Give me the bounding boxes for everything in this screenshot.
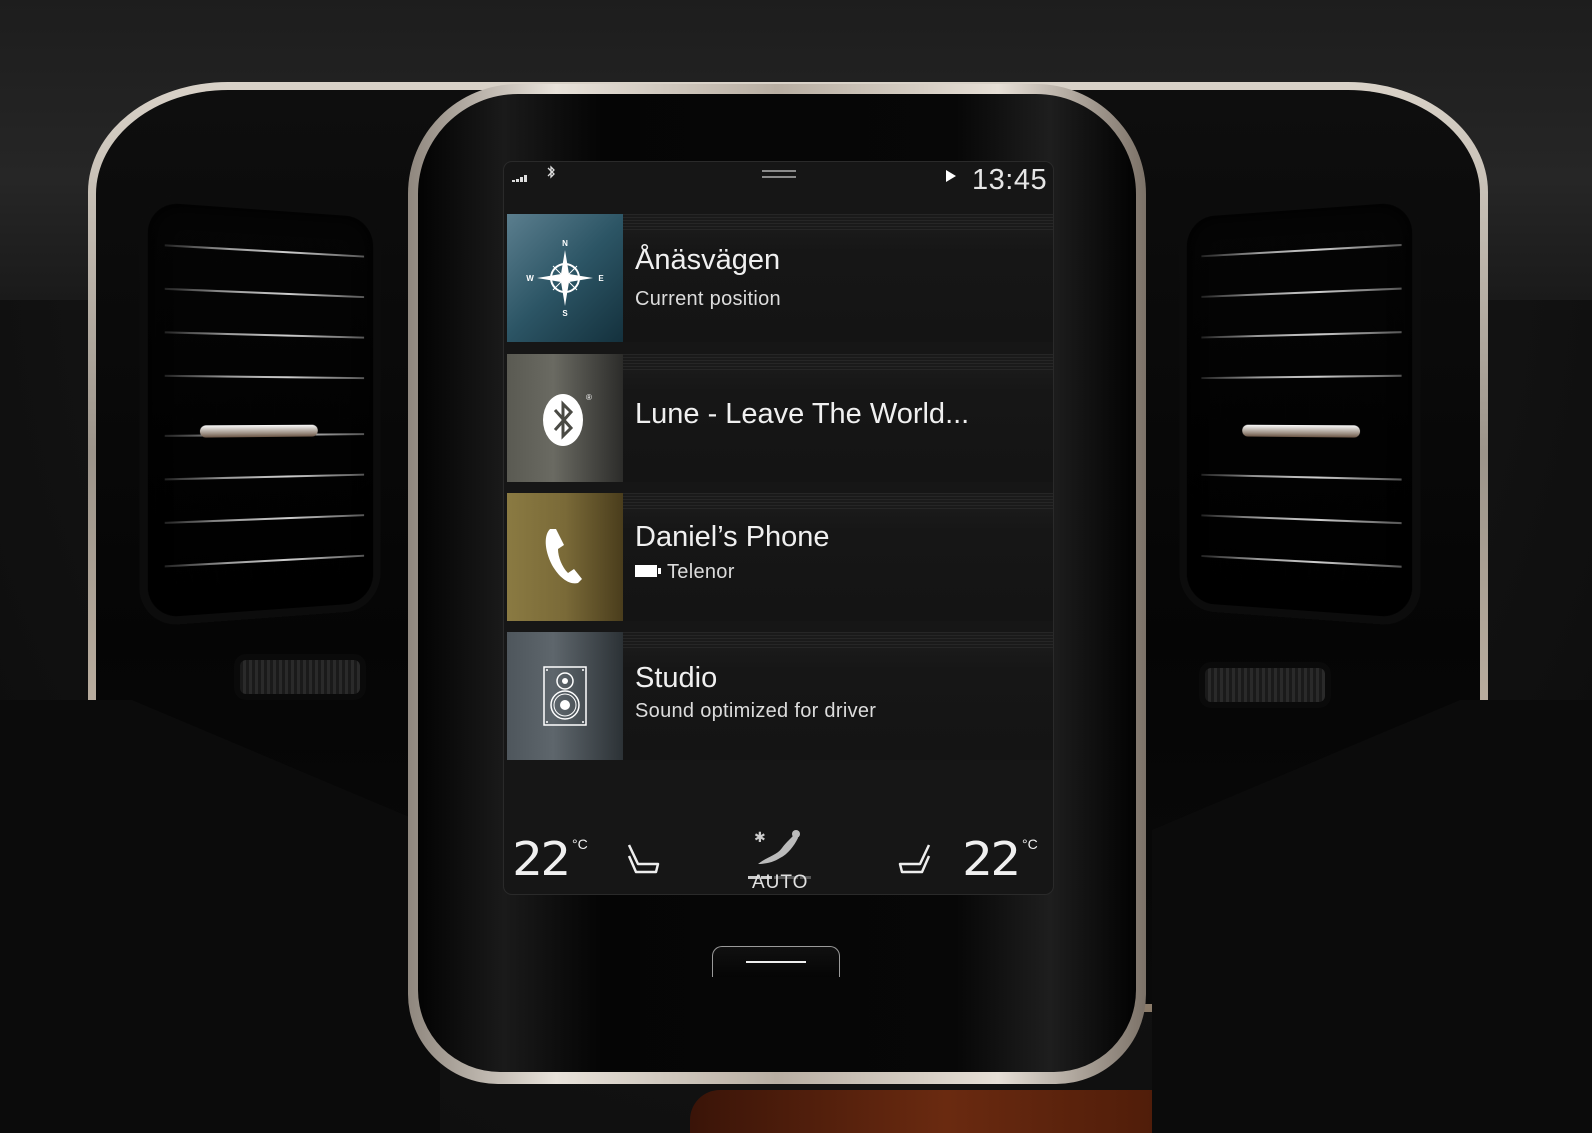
- vent-direction-handle-right[interactable]: [1242, 424, 1361, 438]
- bluetooth-icon: ®: [543, 393, 592, 446]
- speaker-icon: [543, 666, 587, 726]
- air-vent-right: [1186, 201, 1413, 619]
- tile-audio-title: Studio: [635, 662, 718, 694]
- vent-slat: [164, 374, 365, 380]
- svg-text:✱: ✱: [754, 830, 766, 846]
- passenger-temperature-unit: °C: [1022, 836, 1038, 852]
- compass-icon: N S W E: [526, 239, 604, 318]
- compass-east-label: E: [598, 274, 604, 283]
- registered-mark: ®: [586, 393, 592, 402]
- tile-phone-icon-bg: [507, 493, 623, 621]
- battery-icon: [635, 564, 661, 577]
- tile-navigation-subtitle: Current position: [635, 288, 781, 310]
- infotainment-screen: 13:45 N S W E Ånäsvägen Current position: [504, 162, 1053, 894]
- vent-slat: [1201, 514, 1402, 525]
- compass-north-label: N: [562, 239, 568, 248]
- vent-slat: [164, 514, 365, 524]
- fan-mode-label[interactable]: AUTO: [752, 872, 808, 894]
- clock: 13:45: [972, 164, 1048, 196]
- tile-navigation[interactable]: N S W E Ånäsvägen Current position: [507, 214, 1053, 342]
- compass-south-label: S: [562, 309, 568, 318]
- tile-media[interactable]: ® Lune - Leave The World...: [507, 354, 1053, 482]
- seat-heating-right-icon[interactable]: [896, 842, 932, 876]
- air-vent-left: [147, 201, 374, 619]
- bluetooth-icon: [546, 165, 556, 182]
- vent-thumbwheel-left[interactable]: [240, 660, 360, 694]
- vent-slat: [1201, 243, 1402, 258]
- tile-audio[interactable]: Studio Sound optimized for driver: [507, 632, 1053, 760]
- phone-handset-icon: [545, 529, 582, 584]
- driver-temperature[interactable]: 22: [512, 832, 571, 886]
- tile-media-icon-bg: ®: [507, 354, 623, 482]
- compass-west-label: W: [526, 274, 534, 283]
- carrier-name: Telenor: [667, 561, 735, 583]
- tile-phone-subtitle: Telenor: [635, 561, 735, 584]
- vent-slat: [164, 287, 365, 299]
- tile-audio-subtitle: Sound optimized for driver: [635, 700, 877, 722]
- drag-handle-icon[interactable]: [762, 170, 796, 180]
- tile-phone[interactable]: Daniel’s Phone Telenor: [507, 493, 1053, 621]
- signal-strength-icon: [512, 172, 532, 182]
- vent-slat: [1201, 374, 1402, 380]
- vent-slat: [1201, 331, 1402, 339]
- vent-direction-handle-left[interactable]: [199, 424, 318, 438]
- tile-navigation-icon-bg: N S W E: [507, 214, 623, 342]
- home-button[interactable]: [712, 946, 840, 977]
- passenger-temperature[interactable]: 22: [962, 832, 1021, 886]
- play-icon: [946, 170, 956, 182]
- vent-slat: [164, 331, 365, 339]
- tile-media-title: Lune - Leave The World...: [635, 398, 970, 430]
- vent-slat: [164, 244, 365, 258]
- home-button-line: [746, 961, 806, 963]
- vent-slat: [164, 473, 365, 481]
- vent-slat: [1201, 555, 1402, 568]
- vent-slat: [1201, 287, 1402, 298]
- vent-slat: [164, 554, 365, 568]
- vent-thumbwheel-right[interactable]: [1205, 668, 1325, 702]
- seat-heating-left-icon[interactable]: [626, 842, 662, 876]
- driver-temperature-unit: °C: [572, 836, 588, 852]
- tile-phone-title: Daniel’s Phone: [635, 521, 830, 553]
- tile-navigation-title: Ånäsvägen: [635, 244, 781, 276]
- tile-audio-icon-bg: [507, 632, 623, 760]
- status-bar[interactable]: 13:45: [504, 162, 1053, 208]
- vent-slat: [1201, 473, 1402, 481]
- climate-bar: 22 °C ✱ AUTO 22 °C: [504, 822, 1053, 894]
- fan-auto-icon[interactable]: ✱: [748, 828, 804, 868]
